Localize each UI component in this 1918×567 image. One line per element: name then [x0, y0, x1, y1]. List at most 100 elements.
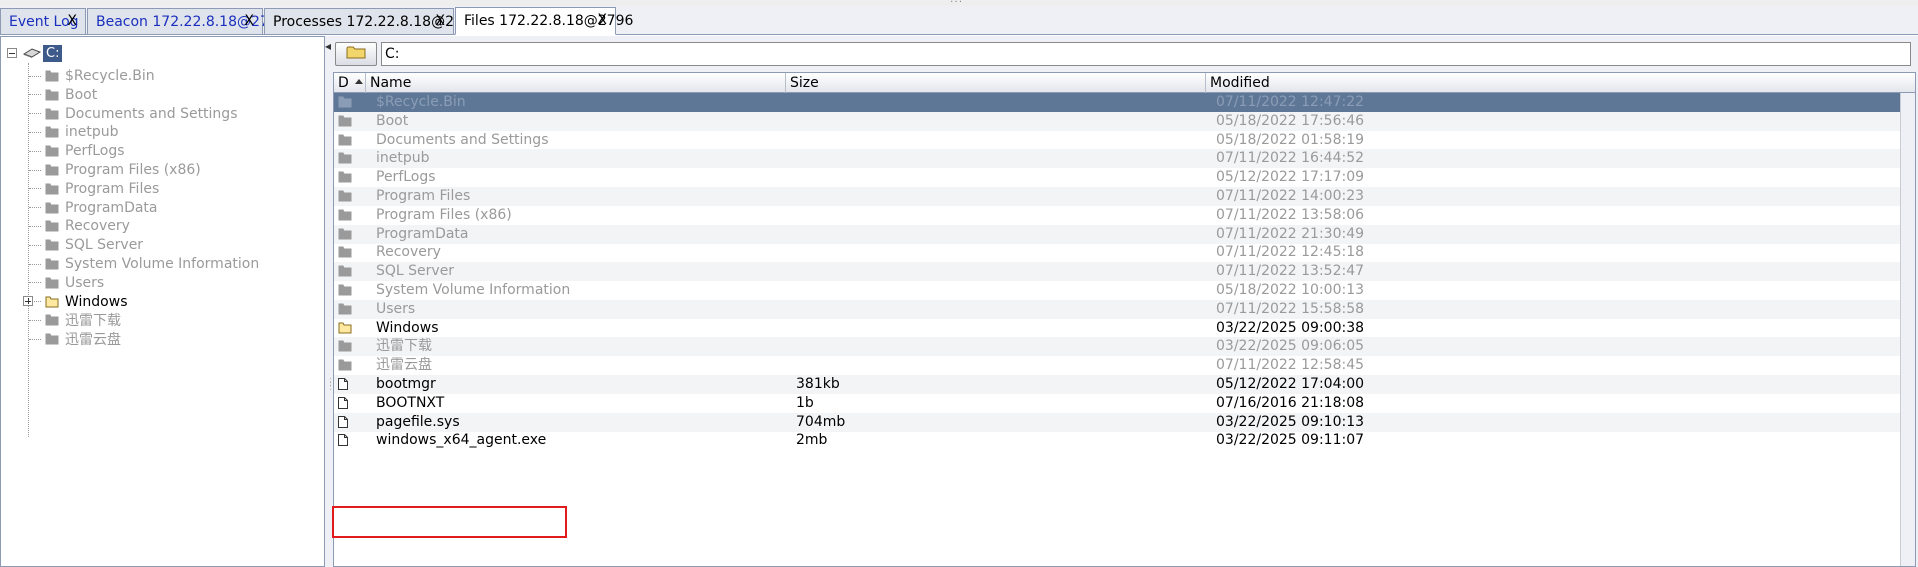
browse-folder-button[interactable]: [335, 42, 377, 66]
row-name: Boot: [376, 112, 409, 129]
folder-icon: [45, 89, 59, 101]
tree-item-label: System Volume Information: [65, 256, 260, 272]
tree-item-label: Documents and Settings: [65, 105, 238, 122]
expand-icon[interactable]: [23, 295, 33, 306]
tab-bar: Event Log X Beacon 172.22.8.18@2796 X Pr…: [0, 6, 1918, 35]
row-name: Program Files: [376, 188, 471, 204]
column-header-name[interactable]: Name: [366, 73, 786, 93]
collapse-icon[interactable]: [7, 48, 17, 58]
column-header-size[interactable]: Size: [786, 73, 1206, 93]
tab-label: Processes 172.22.8.18@2796: [273, 13, 481, 30]
table-row[interactable]: Windows 03/22/2025 09:00:38: [334, 319, 1900, 338]
table-row[interactable]: Users 07/11/2022 15:58:58: [334, 299, 1900, 319]
tab-files[interactable]: Files 172.22.8.18@2796 X: [455, 7, 633, 35]
folder-icon: [45, 126, 59, 138]
tab-close-button[interactable]: X: [67, 13, 77, 29]
tab-beacon[interactable]: Beacon 172.22.8.18@2796 X: [87, 8, 287, 34]
tree-connector: [29, 94, 41, 96]
folder-icon: [45, 314, 59, 326]
tab-close-button[interactable]: X: [244, 13, 254, 29]
table-row[interactable]: ProgramData 07/11/2022 21:30:49: [334, 224, 1900, 244]
column-header-name-label: Name: [370, 75, 412, 91]
folder-icon: [338, 340, 352, 354]
folder-icon: [338, 284, 352, 298]
row-name: Recovery: [376, 244, 441, 261]
table-row[interactable]: $Recycle.Bin 07/11/2022 12:47:22: [334, 93, 1900, 112]
table-row[interactable]: Program Files 07/11/2022 14:00:23: [334, 187, 1900, 206]
directory-tree[interactable]: C: $Recycle.Bin Boot Documents and Setting…: [0, 36, 325, 567]
row-modified: 03/22/2025 09:06:05: [1216, 338, 1365, 355]
tree-item-label: Users: [65, 274, 105, 291]
tab-label: Files 172.22.8.18@2796: [464, 13, 634, 29]
folder-icon: [338, 303, 352, 317]
row-name: BOOTNXT: [376, 394, 445, 411]
row-modified: 03/22/2025 09:00:38: [1216, 319, 1365, 336]
folder-icon: [338, 171, 352, 185]
table-row[interactable]: windows_x64_agent.exe 2mb 03/22/2025 09:11…: [334, 431, 1900, 450]
folder-icon: [338, 96, 352, 110]
column-header-size-label: Size: [790, 75, 819, 91]
tree-item-label: Recovery: [65, 218, 130, 235]
row-modified: 07/11/2022 14:00:23: [1216, 188, 1365, 204]
tab-label: Beacon 172.22.8.18@2796: [96, 13, 287, 30]
tree-connector: [29, 150, 41, 152]
table-row[interactable]: 迅雷云盘 07/11/2022 12:58:45: [334, 356, 1900, 375]
column-header-modified-label: Modified: [1210, 75, 1270, 91]
row-name: $Recycle.Bin: [376, 94, 466, 110]
row-modified: 05/18/2022 01:58:19: [1216, 131, 1365, 148]
tree-connector: [29, 207, 41, 209]
tree-item-label: Boot: [65, 86, 98, 103]
row-name: inetpub: [376, 150, 430, 167]
table-row[interactable]: Boot 05/18/2022 17:56:46: [334, 111, 1900, 131]
file-icon: [338, 396, 348, 411]
table-row[interactable]: Documents and Settings 05/18/2022 01:58:1…: [334, 131, 1900, 150]
folder-icon: [45, 70, 59, 82]
row-name: System Volume Information: [376, 282, 571, 298]
table-row[interactable]: bootmgr 381kb 05/12/2022 17:04:00: [334, 375, 1900, 394]
tree-root-drive[interactable]: C:: [7, 43, 63, 63]
tree-item-label: PerfLogs: [65, 143, 125, 160]
row-modified: 07/11/2022 13:52:47: [1216, 263, 1365, 280]
table-row[interactable]: System Volume Information 05/18/2022 10:0…: [334, 281, 1900, 300]
row-modified: 05/12/2022 17:04:00: [1216, 376, 1365, 392]
tab-close-button[interactable]: X: [597, 12, 607, 28]
table-row[interactable]: pagefile.sys 704mb 03/22/2025 09:10:13: [334, 412, 1900, 432]
tab-event-log[interactable]: Event Log X: [0, 8, 86, 34]
sort-ascending-icon: [354, 78, 363, 84]
folder-icon: [338, 246, 352, 260]
tree-connector: [29, 282, 41, 284]
path-input[interactable]: [381, 42, 1911, 66]
column-header-d[interactable]: D: [334, 73, 366, 93]
tree-item-label: 迅雷云盘: [65, 332, 121, 349]
table-row[interactable]: BOOTNXT 1b 07/16/2016 21:18:08: [334, 394, 1900, 413]
tree-item-label: Windows: [65, 293, 128, 310]
tab-close-button[interactable]: X: [435, 13, 445, 29]
tree-connector: [29, 225, 41, 227]
column-header-modified[interactable]: Modified: [1206, 73, 1915, 93]
table-row[interactable]: Program Files (x86) 07/11/2022 13:58:06: [334, 206, 1900, 225]
tree-connector: [29, 188, 41, 190]
file-table[interactable]: D Name Size Modified $Recycle.Bin 07/11/2…: [333, 72, 1916, 567]
row-name: Windows: [376, 319, 439, 336]
tree-item-label: Program Files: [65, 180, 160, 197]
folder-icon: [45, 202, 59, 214]
table-row[interactable]: Recovery 07/11/2022 12:45:18: [334, 243, 1900, 262]
folder-icon: [45, 164, 59, 176]
folder-icon: [45, 333, 59, 345]
row-modified: 03/22/2025 09:10:13: [1216, 413, 1365, 430]
tree-item-label: ProgramData: [65, 199, 158, 216]
table-row[interactable]: inetpub 07/11/2022 16:44:52: [334, 149, 1900, 169]
drag-dots: :::: [950, 0, 963, 5]
tree-item[interactable]: 迅雷云盘: [29, 328, 121, 350]
table-row[interactable]: PerfLogs 05/12/2022 17:17:09: [334, 168, 1900, 187]
tree-item-label: $Recycle.Bin: [65, 68, 155, 84]
row-name: Program Files (x86): [376, 206, 512, 223]
row-modified: 07/11/2022 21:30:49: [1216, 225, 1365, 242]
row-modified: 07/16/2016 21:18:08: [1216, 394, 1365, 411]
tab-processes[interactable]: Processes 172.22.8.18@2796 X: [264, 8, 481, 34]
table-row[interactable]: 迅雷下载 03/22/2025 09:06:05: [334, 337, 1900, 357]
table-row[interactable]: SQL Server 07/11/2022 13:52:47: [334, 262, 1900, 282]
row-size: 1b: [796, 394, 814, 411]
vertical-scrollbar[interactable]: [1900, 93, 1915, 566]
folder-icon: [45, 108, 59, 120]
